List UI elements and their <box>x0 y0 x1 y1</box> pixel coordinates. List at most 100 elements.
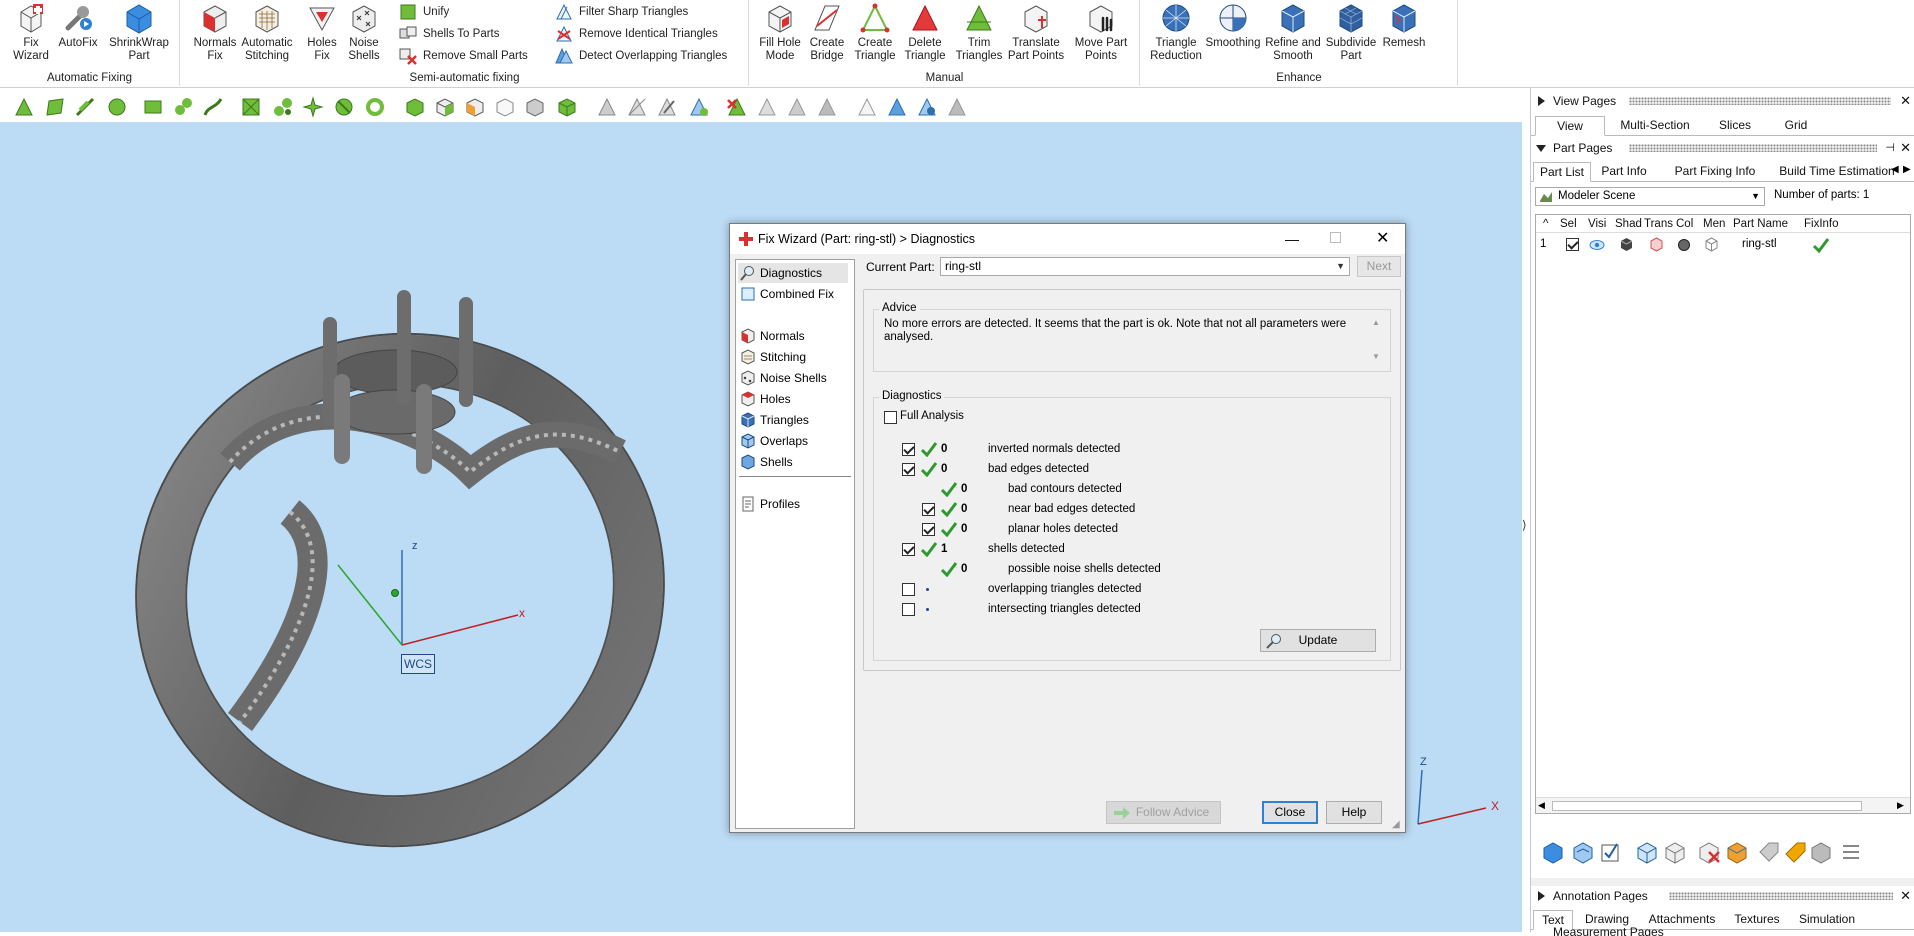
column-col[interactable]: Col <box>1676 215 1693 233</box>
measurement-pages-header[interactable]: Measurement Pages <box>1531 926 1914 936</box>
mesh-cube-icon[interactable] <box>1704 237 1719 252</box>
copy-part-icon[interactable] <box>1571 840 1595 864</box>
panel-collapse-handle[interactable]: ⟩ <box>1522 518 1527 532</box>
cube-outline-icon[interactable] <box>494 96 516 118</box>
tab-part-info[interactable]: Part Info <box>1593 162 1655 182</box>
close-icon[interactable]: ✕ <box>1376 224 1389 254</box>
tab-multi-section[interactable]: Multi-Section <box>1611 116 1699 136</box>
part-pages-header[interactable]: Part Pages ⊣ ✕ <box>1531 138 1914 158</box>
autofix-button[interactable]: AutoFix <box>52 2 104 50</box>
diagnostic-checkbox[interactable] <box>902 443 915 456</box>
noise-shells-button[interactable]: Noise Shells <box>339 2 389 63</box>
cube-merge-icon[interactable] <box>1663 840 1687 864</box>
nav-normals[interactable]: Normals <box>738 326 848 346</box>
column-sel[interactable]: Sel <box>1560 215 1577 233</box>
edge-grey-icon[interactable] <box>626 96 648 118</box>
table-horizontal-scrollbar[interactable]: ◀ ▶ <box>1536 797 1910 813</box>
label-icon[interactable] <box>1783 840 1807 864</box>
tab-build-time-estimation[interactable]: Build Time Estimation <box>1775 162 1899 182</box>
blue-tri-e-icon[interactable] <box>886 96 908 118</box>
resize-grip-icon[interactable]: ◢ <box>1392 819 1400 830</box>
nav-triangles[interactable]: Triangles <box>738 410 848 430</box>
close-icon[interactable]: ✕ <box>1900 886 1911 906</box>
pin-icon[interactable]: ⊣ <box>1885 138 1895 158</box>
fill-hole-mode-button[interactable]: Fill Hole Mode <box>754 2 806 63</box>
column-trans[interactable]: Trans <box>1644 215 1673 233</box>
nav-noise-shells[interactable]: Noise Shells <box>738 368 848 388</box>
remove-small-parts-button[interactable]: Remove Small Parts <box>399 46 528 66</box>
diagnostic-checkbox[interactable] <box>902 603 915 616</box>
remove-identical-triangles-button[interactable]: Remove Identical Triangles <box>555 24 718 44</box>
refine-and-smooth-button[interactable]: Refine and Smooth <box>1261 2 1325 63</box>
tab-slices[interactable]: Slices <box>1705 116 1765 136</box>
shaded-cube-icon[interactable] <box>1619 237 1634 252</box>
normals-fix-button[interactable]: Normals Fix <box>188 2 242 63</box>
list-icon[interactable] <box>1839 840 1863 864</box>
minimize-icon[interactable]: — <box>1285 224 1299 254</box>
create-bridge-button[interactable]: Create Bridge <box>802 2 852 63</box>
advice-scrollbar[interactable]: ▲ ▼ <box>1370 318 1384 366</box>
tab-scroll-left-icon[interactable]: ◀ <box>1891 164 1899 175</box>
follow-advice-button[interactable]: Follow Advice <box>1106 801 1221 824</box>
tab-part-list[interactable]: Part List <box>1533 162 1591 182</box>
scroll-right-icon[interactable]: ▶ <box>1897 800 1904 811</box>
dialog-titlebar[interactable]: Fix Wizard (Part: ring-stl) > Diagnostic… <box>730 224 1405 254</box>
cube-green-icon[interactable] <box>434 96 456 118</box>
diagnostic-checkbox[interactable] <box>902 543 915 556</box>
nav-stitching[interactable]: Stitching <box>738 347 848 367</box>
tab-part-fixing-info[interactable]: Part Fixing Info <box>1657 162 1773 182</box>
select-shrink-icon[interactable] <box>302 96 324 118</box>
select-surface-icon[interactable] <box>44 96 66 118</box>
remove-part-icon[interactable] <box>1697 840 1721 864</box>
nav-combined-fix[interactable]: Combined Fix <box>738 284 848 304</box>
annotation-pages-header[interactable]: Annotation Pages ✕ <box>1531 886 1914 906</box>
detect-overlapping-triangles-button[interactable]: Detect Overlapping Triangles <box>555 46 727 66</box>
scroll-up-icon[interactable]: ▲ <box>1372 318 1380 327</box>
shells-to-parts-button[interactable]: Shells To Parts <box>399 24 500 44</box>
diagnostic-checkbox[interactable] <box>902 463 915 476</box>
eye-icon[interactable] <box>1589 239 1605 251</box>
subdivide-part-button[interactable]: Subdivide Part <box>1321 2 1381 63</box>
trim-triangles-button[interactable]: Trim Triangles <box>952 2 1006 63</box>
cube-grey-icon[interactable] <box>524 96 546 118</box>
grey-tri-g-icon[interactable] <box>946 96 968 118</box>
full-analysis-checkbox[interactable] <box>884 411 897 424</box>
check-part-icon[interactable] <box>1599 840 1623 864</box>
automatic-stitching-button[interactable]: Automatic Stitching <box>239 2 295 63</box>
delete-triangle-button[interactable]: Delete Triangle <box>898 2 952 63</box>
column-visi[interactable]: Visi <box>1588 215 1606 233</box>
grey-tri-a-icon[interactable] <box>756 96 778 118</box>
panel-splitter[interactable] <box>1531 878 1914 886</box>
tag-icon[interactable] <box>1757 840 1781 864</box>
blue-tri-f-icon[interactable] <box>916 96 938 118</box>
close-button[interactable]: Close <box>1262 801 1318 824</box>
delete-selection-icon[interactable] <box>726 96 748 118</box>
table-row[interactable]: 1 ring-stl <box>1536 235 1910 255</box>
select-edge-icon[interactable] <box>74 96 96 118</box>
scroll-left-icon[interactable]: ◀ <box>1538 800 1545 811</box>
nav-diagnostics[interactable]: Diagnostics <box>738 263 848 283</box>
color-dot-icon[interactable] <box>1677 238 1691 252</box>
triangle-grey-icon[interactable] <box>596 96 618 118</box>
grey-tri-b-icon[interactable] <box>786 96 808 118</box>
update-button[interactable]: Update <box>1260 629 1376 652</box>
column-fixinfo[interactable]: FixInfo <box>1804 215 1839 233</box>
close-icon[interactable]: ✕ <box>1900 91 1911 111</box>
select-expand-icon[interactable] <box>272 96 294 118</box>
select-planar-icon[interactable] <box>240 96 262 118</box>
help-button[interactable]: Help <box>1326 801 1382 824</box>
translate-part-points-button[interactable]: Translate Part Points <box>1004 2 1068 63</box>
smoothing-button[interactable]: Smoothing <box>1203 2 1263 50</box>
diagnostic-checkbox[interactable] <box>902 583 915 596</box>
add-part-icon[interactable] <box>1541 840 1565 864</box>
scrollbar-thumb[interactable] <box>1552 801 1862 811</box>
unify-button[interactable]: Unify <box>399 2 449 22</box>
select-triangle-icon[interactable] <box>13 96 35 118</box>
column-sort[interactable]: ^ <box>1543 215 1548 233</box>
row-select-checkbox[interactable] <box>1566 238 1579 251</box>
remesh-button[interactable]: Remesh <box>1379 2 1429 50</box>
tab-grid[interactable]: Grid <box>1771 116 1821 136</box>
grey-tri-d-icon[interactable] <box>856 96 878 118</box>
tab-scroll-right-icon[interactable]: ▶ <box>1903 164 1911 175</box>
cube-grey-stack-icon[interactable] <box>1809 840 1833 864</box>
